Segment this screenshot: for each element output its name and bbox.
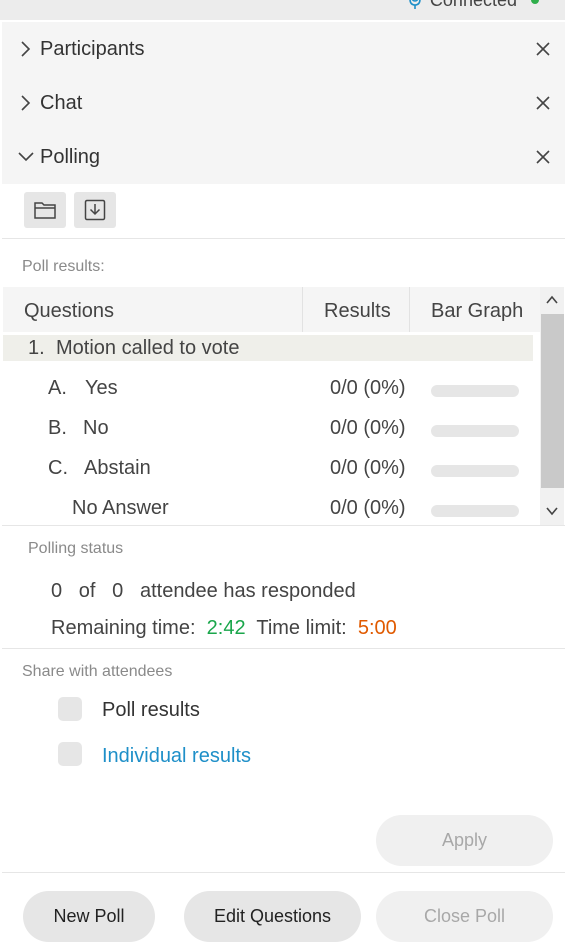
close-poll-button[interactable]: Close Poll	[376, 891, 553, 942]
divider	[2, 525, 565, 526]
column-header-questions[interactable]: Questions	[24, 287, 114, 332]
polling-section-header[interactable]: Polling	[2, 130, 565, 184]
chat-section-header[interactable]: Chat	[2, 76, 565, 130]
answer-text: No	[83, 417, 109, 439]
answer-row[interactable]: B. No 0/0 (0%)	[3, 409, 540, 449]
question-row[interactable]: 1. Motion called to vote	[3, 335, 533, 361]
answer-row[interactable]: No Answer 0/0 (0%)	[3, 489, 540, 525]
apply-button[interactable]: Apply	[376, 815, 553, 866]
of-word: of	[78, 580, 96, 602]
save-poll-button[interactable]	[74, 192, 116, 228]
question-text: Motion called to vote	[56, 337, 240, 359]
scroll-down-icon[interactable]	[544, 503, 560, 519]
response-count: 0 of 0 attendee has responded	[51, 580, 356, 603]
remaining-time-value: 2:42	[206, 617, 246, 639]
edit-questions-button[interactable]: Edit Questions	[184, 891, 361, 942]
answer-letter: C.	[48, 457, 68, 479]
divider	[2, 238, 565, 239]
chevron-right-icon	[21, 95, 31, 111]
time-limit-label: Time limit:	[256, 617, 347, 639]
answer-bar-graph	[431, 385, 519, 397]
close-icon[interactable]	[533, 147, 553, 167]
answer-result: 0/0 (0%)	[330, 497, 406, 519]
participants-title: Participants	[40, 37, 145, 60]
top-status-bar: Connected	[0, 0, 565, 20]
responded-count: 0	[51, 580, 63, 602]
scroll-up-icon[interactable]	[544, 292, 560, 308]
answer-letter: A.	[48, 377, 67, 399]
poll-results-checkbox[interactable]	[58, 697, 82, 721]
results-scrollbar[interactable]	[540, 287, 564, 525]
chevron-down-icon	[18, 152, 34, 162]
chevron-right-icon	[21, 41, 31, 57]
table-header: Questions Results Bar Graph	[3, 287, 540, 332]
download-icon	[84, 199, 106, 221]
poll-results-checkbox-label[interactable]: Poll results	[102, 699, 200, 722]
answer-bar-graph	[431, 465, 519, 477]
answer-result: 0/0 (0%)	[330, 457, 406, 479]
time-status: Remaining time: 2:42 Time limit: 5:00	[51, 617, 397, 640]
connection-status-dot	[531, 0, 539, 4]
microphone-icon	[409, 0, 421, 9]
column-header-bar-graph[interactable]: Bar Graph	[431, 287, 523, 332]
open-poll-button[interactable]	[24, 192, 66, 228]
close-icon[interactable]	[533, 93, 553, 113]
connection-status: Connected	[408, 0, 539, 12]
participants-section-header[interactable]: Participants	[2, 22, 565, 76]
scrollbar-thumb[interactable]	[541, 314, 564, 488]
answer-text: Abstain	[84, 457, 151, 479]
individual-results-checkbox[interactable]	[58, 742, 82, 766]
close-icon[interactable]	[533, 39, 553, 59]
remaining-time-label: Remaining time:	[51, 617, 196, 639]
responded-text: attendee has responded	[139, 580, 356, 602]
polling-title: Polling	[40, 145, 101, 168]
polling-status-label: Polling status	[28, 540, 124, 557]
individual-results-checkbox-label[interactable]: Individual results	[102, 745, 251, 768]
connection-status-text: Connected	[430, 0, 517, 11]
folder-icon	[34, 202, 56, 219]
column-separator	[302, 287, 303, 332]
answer-result: 0/0 (0%)	[330, 417, 406, 439]
answer-bar-graph	[431, 425, 519, 437]
poll-results-table: Questions Results Bar Graph 1. Motion ca…	[3, 287, 540, 525]
column-separator	[409, 287, 410, 332]
total-count: 0	[112, 580, 124, 602]
answer-row[interactable]: C. Abstain 0/0 (0%)	[3, 449, 540, 489]
polling-toolbar	[0, 183, 565, 237]
answer-result: 0/0 (0%)	[330, 377, 406, 399]
divider	[2, 872, 565, 873]
answer-bar-graph	[431, 505, 519, 517]
answer-letter: B.	[48, 417, 67, 439]
poll-results-label: Poll results:	[22, 258, 105, 275]
answer-row[interactable]: A. Yes 0/0 (0%)	[3, 369, 540, 409]
column-header-results[interactable]: Results	[324, 287, 391, 332]
new-poll-button[interactable]: New Poll	[23, 891, 155, 942]
share-with-attendees-label: Share with attendees	[22, 663, 173, 680]
question-number: 1.	[28, 337, 45, 359]
time-limit-value: 5:00	[357, 617, 397, 639]
chat-title: Chat	[40, 91, 83, 114]
answer-text: No Answer	[72, 497, 169, 519]
answer-text: Yes	[85, 377, 118, 399]
divider	[2, 648, 565, 649]
